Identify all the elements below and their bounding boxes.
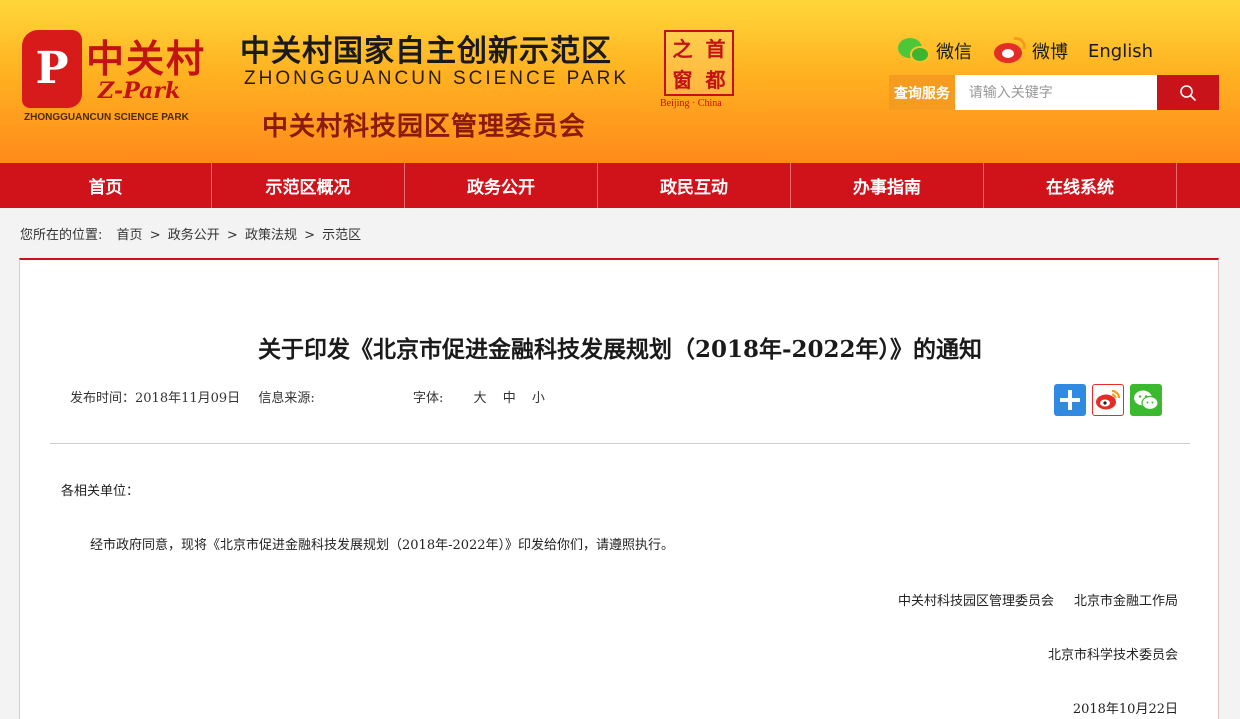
seal-char: 窗 xyxy=(672,68,693,92)
nav-item-interaction[interactable]: 政民互动 xyxy=(598,163,791,208)
breadcrumb-link[interactable]: 政务公开 xyxy=(168,228,220,243)
info-source: 信息来源: xyxy=(258,391,315,406)
seal-char: 之 xyxy=(672,37,693,61)
logo-cn-text: 中关村 xyxy=(86,36,207,81)
site-header: P 中关村 Z-Park ZHONGGUANCUN SCIENCE PARK 中… xyxy=(0,0,1240,163)
weibo-icon xyxy=(1096,389,1121,410)
seal-char: 都 xyxy=(705,68,726,92)
social-links: 微信 微博 English xyxy=(898,36,1173,66)
wechat-icon xyxy=(898,38,932,64)
font-size-switcher: 字体: 大 中 小 xyxy=(413,387,545,406)
weibo-label: 微博 xyxy=(1032,42,1068,63)
breadcrumb-label: 您所在的位置: xyxy=(20,228,103,243)
article-signatory-2: 北京市科学技术委员会 xyxy=(1047,648,1178,663)
weibo-icon xyxy=(992,37,1028,65)
meta-divider xyxy=(50,443,1190,444)
nav-item-overview[interactable]: 示范区概况 xyxy=(212,163,405,208)
search-bar: 查询服务 xyxy=(889,75,1219,110)
breadcrumb-separator: > xyxy=(226,228,238,243)
seal-caption: Beijing · China xyxy=(660,98,722,109)
share-weibo-button[interactable] xyxy=(1092,384,1124,416)
weibo-link[interactable]: 微博 xyxy=(992,37,1068,65)
english-link[interactable]: English xyxy=(1088,41,1153,62)
breadcrumb-separator: > xyxy=(149,228,161,243)
site-title: 中关村国家自主创新示范区 xyxy=(240,34,612,69)
signatory: 北京市金融工作局 xyxy=(1073,594,1178,609)
share-buttons xyxy=(1054,384,1162,416)
nav-item-government-affairs[interactable]: 政务公开 xyxy=(405,163,598,208)
wechat-label: 微信 xyxy=(936,42,972,63)
breadcrumb-link[interactable]: 首页 xyxy=(117,228,143,243)
share-wechat-button[interactable] xyxy=(1130,384,1162,416)
breadcrumb-link[interactable]: 示范区 xyxy=(322,228,361,243)
site-title-en: ZHONGGUANCUN SCIENCE PARK xyxy=(244,68,630,89)
search-icon xyxy=(1180,84,1196,101)
nav-item-home[interactable]: 首页 xyxy=(0,163,212,208)
font-size-large[interactable]: 大 xyxy=(474,391,487,406)
plus-icon xyxy=(1060,390,1080,410)
search-input[interactable] xyxy=(954,75,1157,110)
article-salutation: 各相关单位： xyxy=(61,484,140,499)
font-size-small[interactable]: 小 xyxy=(532,391,545,406)
logo-en-text: Z-Park xyxy=(98,78,181,104)
wechat-icon xyxy=(1134,390,1159,411)
share-more-button[interactable] xyxy=(1054,384,1086,416)
search-button[interactable] xyxy=(1156,75,1219,110)
breadcrumb: 您所在的位置: 首页 > 政务公开 > 政策法规 > 示范区 xyxy=(20,224,361,243)
article-meta: 发布时间：2018年11月09日 信息来源: 字体: 大 中 小 xyxy=(70,387,545,406)
font-size-medium[interactable]: 中 xyxy=(503,391,516,406)
search-label: 查询服务 xyxy=(889,75,955,110)
nav-item-online-system[interactable]: 在线系统 xyxy=(984,163,1177,208)
article-paragraph: 经市政府同意，现将《北京市促进金融科技发展规划（2018年-2022年）》印发给… xyxy=(90,538,675,553)
breadcrumb-separator: > xyxy=(304,228,315,243)
article-date: 2018年10月22日 xyxy=(1072,702,1178,717)
font-size-label: 字体: xyxy=(413,391,444,406)
main-nav: 首页 示范区概况 政务公开 政民互动 办事指南 在线系统 xyxy=(0,163,1240,208)
article-title: 关于印发《北京市促进金融科技发展规划（2018年-2022年）》的通知 xyxy=(257,336,983,363)
seal-char: 首 xyxy=(705,37,726,61)
signatory: 中关村科技园区管理委员会 xyxy=(897,594,1054,609)
logo-mark-icon: P xyxy=(22,30,82,108)
site-subtitle: 中关村科技园区管理委员会 xyxy=(262,112,587,142)
publish-time: 发布时间：2018年11月09日 xyxy=(70,391,241,406)
wechat-link[interactable]: 微信 xyxy=(898,38,972,64)
zpark-logo[interactable]: P 中关村 Z-Park ZHONGGUANCUN SCIENCE PARK xyxy=(18,24,208,128)
article-signatories: 中关村科技园区管理委员会 北京市金融工作局 xyxy=(898,590,1178,609)
capital-window-seal[interactable]: 之 首 窗 都 xyxy=(664,30,734,96)
logo-sub-text: ZHONGGUANCUN SCIENCE PARK xyxy=(24,112,189,123)
article-panel: 关于印发《北京市促进金融科技发展规划（2018年-2022年）》的通知 发布时间… xyxy=(19,258,1219,719)
nav-item-service-guide[interactable]: 办事指南 xyxy=(791,163,984,208)
breadcrumb-link[interactable]: 政策法规 xyxy=(245,228,297,243)
